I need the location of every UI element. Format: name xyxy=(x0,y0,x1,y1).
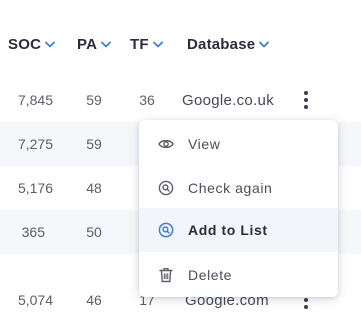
cell-soc: 5,074 xyxy=(17,292,53,308)
column-header-database[interactable]: Database xyxy=(187,34,270,54)
chevron-down-icon xyxy=(101,41,112,48)
menu-item-add-to-list[interactable]: Add to List xyxy=(139,208,338,252)
column-header-pa[interactable]: PA xyxy=(77,34,112,54)
add-to-list-icon xyxy=(158,222,174,238)
column-header-label: TF xyxy=(130,35,149,53)
cell-pa: 59 xyxy=(86,136,102,152)
more-options-icon[interactable] xyxy=(299,89,313,111)
row-actions-menu: View Check again Add to List Delete xyxy=(139,120,338,297)
chevron-down-icon xyxy=(259,41,270,48)
menu-item-label: Delete xyxy=(188,267,233,283)
cell-soc: 7,275 xyxy=(17,136,53,152)
cell-pa: 46 xyxy=(86,292,102,308)
column-header-soc[interactable]: SOC xyxy=(8,34,56,54)
table-row[interactable]: 7,845 59 36 Google.co.uk xyxy=(0,78,361,122)
trash-icon xyxy=(158,267,174,283)
column-header-label: SOC xyxy=(8,35,42,53)
cell-pa: 50 xyxy=(86,224,102,240)
column-header-label: Database xyxy=(187,35,256,53)
cell-tf: 36 xyxy=(139,92,155,108)
cell-database: Google.co.uk xyxy=(182,91,274,109)
cell-pa: 59 xyxy=(86,92,102,108)
cell-soc: 5,176 xyxy=(17,180,53,196)
menu-item-label: Check again xyxy=(188,180,273,196)
menu-item-check-again[interactable]: Check again xyxy=(139,166,338,210)
menu-item-label: View xyxy=(188,136,221,152)
chevron-down-icon xyxy=(45,41,56,48)
cell-pa: 48 xyxy=(86,180,102,196)
cell-soc: 7,845 xyxy=(17,92,53,108)
column-header-label: PA xyxy=(77,35,98,53)
chevron-down-icon xyxy=(152,41,163,48)
cell-soc: 365 xyxy=(21,224,45,240)
eye-icon xyxy=(158,136,174,152)
table-header: SOC PA TF Database xyxy=(0,0,361,78)
menu-item-delete[interactable]: Delete xyxy=(139,253,338,297)
column-header-tf[interactable]: TF xyxy=(130,34,163,54)
search-circle-icon xyxy=(158,180,174,196)
menu-item-view[interactable]: View xyxy=(139,122,338,166)
menu-item-label: Add to List xyxy=(188,222,268,238)
